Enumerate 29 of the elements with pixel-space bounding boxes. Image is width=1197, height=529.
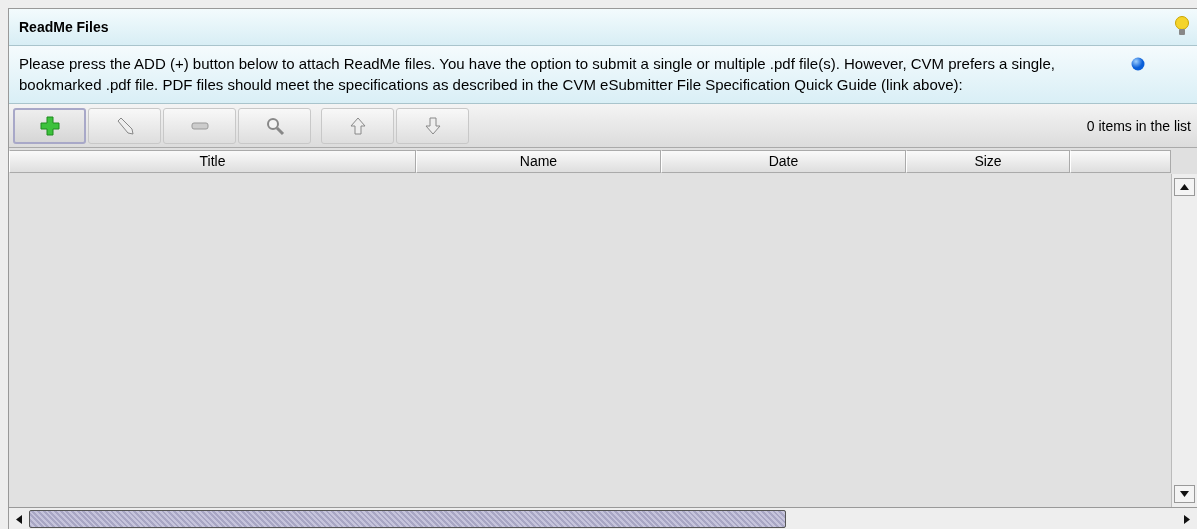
scrollbar-thumb[interactable] bbox=[29, 510, 786, 528]
column-header[interactable]: Title bbox=[9, 150, 416, 173]
item-count: 0 items in the list bbox=[1086, 117, 1191, 134]
up-button[interactable] bbox=[321, 107, 394, 144]
lightbulb-icon bbox=[1175, 16, 1189, 38]
remove-button[interactable] bbox=[163, 107, 236, 144]
triangle-down-icon bbox=[1180, 491, 1189, 497]
column-header[interactable] bbox=[1070, 150, 1171, 173]
scroll-up-button[interactable] bbox=[1174, 178, 1195, 196]
vertical-scrollbar[interactable] bbox=[1171, 174, 1197, 507]
horizontal-scrollbar[interactable] bbox=[9, 507, 1197, 529]
edit-button[interactable] bbox=[88, 107, 161, 144]
column-header[interactable]: Size bbox=[906, 150, 1070, 173]
add-button[interactable] bbox=[13, 107, 86, 144]
triangle-left-icon bbox=[16, 514, 22, 524]
instructions-text: Please press the ADD (+) button below to attach ReadMe files. You have the option to submit a single or multiple .pdf file(s). However, CVM prefers a single, bookmarked .pdf file. PDF files should meet the specifications as described in the CVM eSubmitter File Specification Quick Guide (link above): bbox=[19, 54, 1056, 95]
plus-icon bbox=[39, 115, 60, 136]
up-arrow-icon bbox=[347, 115, 368, 136]
scroll-down-button[interactable] bbox=[1174, 485, 1195, 503]
view-button[interactable] bbox=[238, 107, 311, 144]
info-dot-icon bbox=[1131, 57, 1145, 71]
panel-title: ReadMe Files bbox=[19, 19, 109, 35]
down-button[interactable] bbox=[396, 107, 469, 144]
triangle-right-icon bbox=[1184, 514, 1190, 524]
down-arrow-icon bbox=[422, 115, 443, 136]
magnifier-icon bbox=[264, 115, 285, 136]
column-header[interactable]: Name bbox=[416, 150, 661, 173]
column-header[interactable]: Date bbox=[661, 150, 906, 173]
triangle-up-icon bbox=[1180, 184, 1189, 190]
